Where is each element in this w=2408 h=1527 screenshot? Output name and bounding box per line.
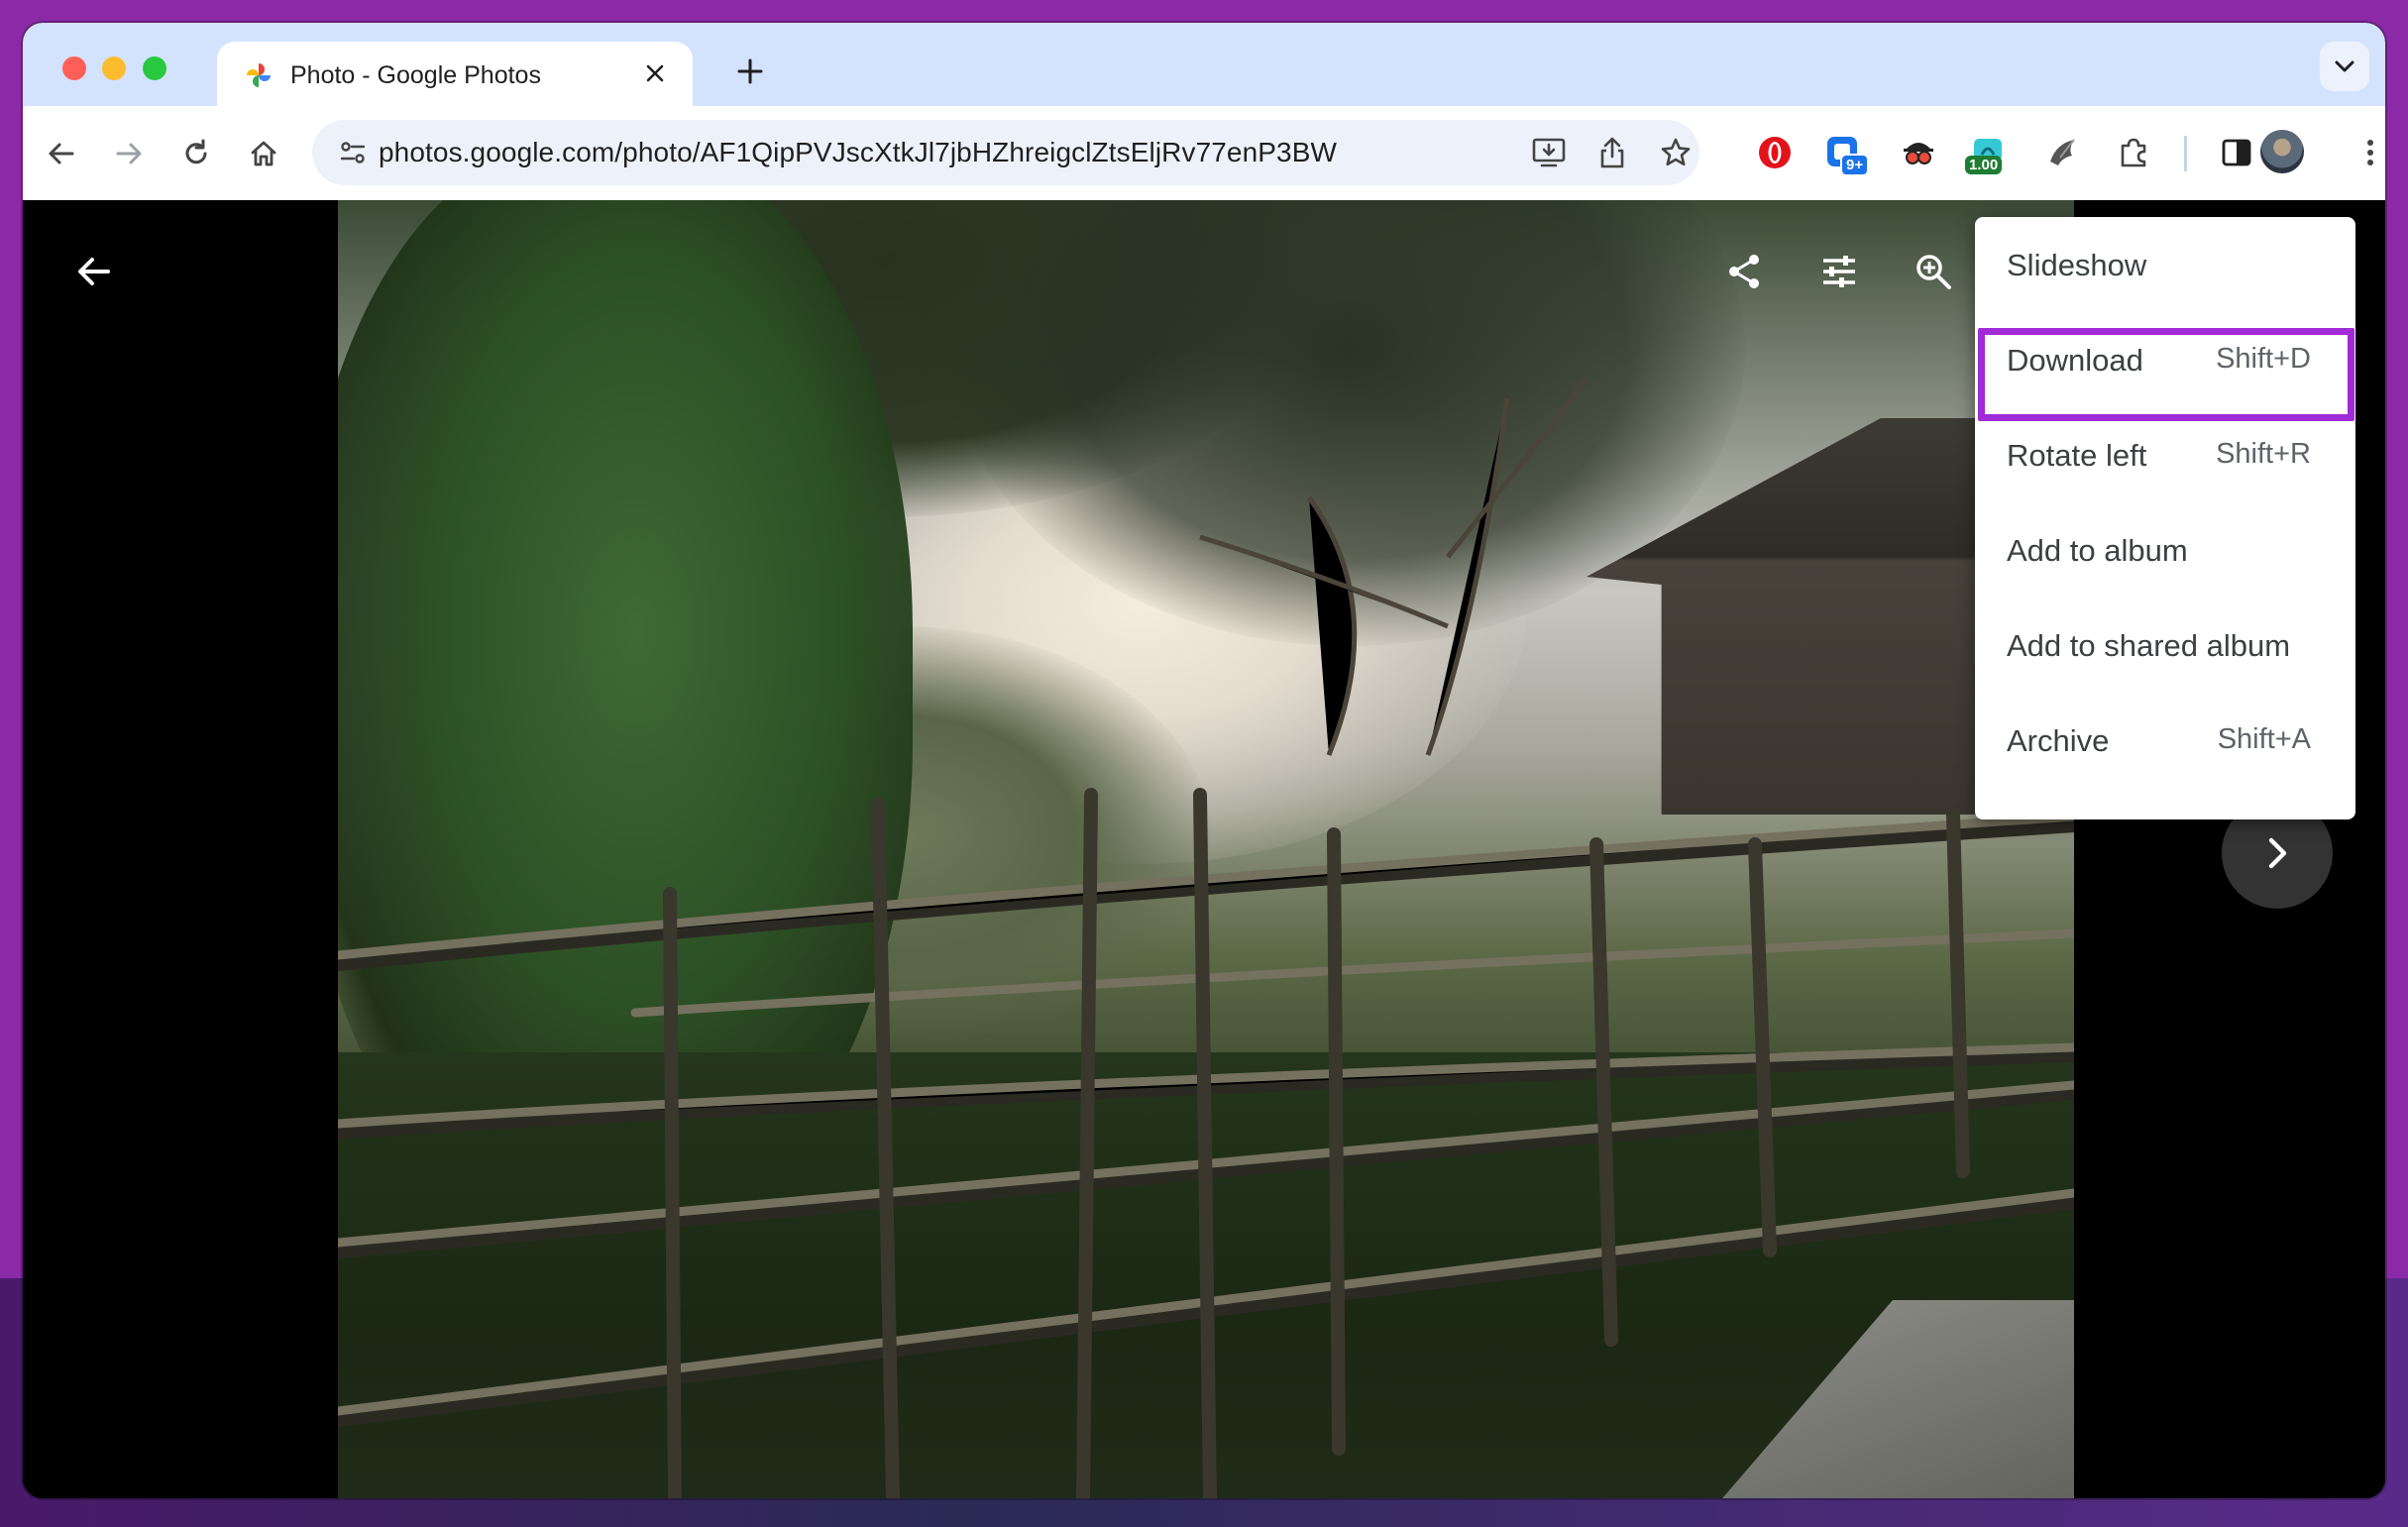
menu-item-label: Archive (2007, 723, 2110, 758)
extension-badge-icon[interactable]: 9+ (1818, 128, 1870, 177)
home-icon[interactable] (239, 129, 288, 178)
menu-item-label: Slideshow (2007, 248, 2147, 282)
minimize-window-button[interactable] (102, 56, 126, 80)
speed-icon[interactable]: 1.00 (1963, 128, 2013, 177)
site-info-icon[interactable] (338, 138, 368, 167)
menu-item-shortcut: Shift+A (2217, 723, 2311, 755)
menu-item-archive[interactable]: Archive Shift+A (1975, 693, 2355, 788)
new-tab-icon[interactable] (728, 50, 772, 93)
menu-item-add-to-shared-album[interactable]: Add to shared album (1975, 598, 2355, 693)
menu-item-label: Add to album (2007, 533, 2188, 568)
menu-item-shortcut: Shift+R (2216, 438, 2311, 470)
menu-item-rotate-left[interactable]: Rotate left Shift+R (1975, 407, 2355, 502)
back-arrow-icon[interactable] (66, 244, 122, 299)
menu-item-label: Add to shared album (2007, 628, 2291, 663)
spy-icon[interactable] (1894, 128, 1943, 177)
bookmark-star-icon[interactable] (1654, 131, 1697, 174)
browser-toolbar: photos.google.com/photo/AF1QipPVJscXtkJl… (23, 106, 2385, 200)
photo-fence (338, 377, 2074, 1498)
opera-icon[interactable] (1750, 128, 1800, 177)
google-photos-icon (247, 63, 271, 87)
url-text[interactable]: photos.google.com/photo/AF1QipPVJscXtkJl… (379, 137, 1337, 168)
close-window-button[interactable] (62, 56, 86, 80)
menu-item-slideshow[interactable]: Slideshow (1975, 217, 2355, 312)
more-options-menu: Slideshow Download Shift+D Rotate left S… (1975, 217, 2355, 819)
install-app-icon[interactable] (1527, 131, 1571, 174)
back-arrow-icon[interactable] (37, 129, 86, 178)
reload-icon[interactable] (171, 129, 221, 178)
tab-search-chevron-icon[interactable] (2320, 42, 2369, 91)
tab-strip: Photo - Google Photos (23, 23, 2385, 106)
profile-avatar[interactable] (2260, 130, 2304, 173)
tab-title: Photo - Google Photos (290, 61, 541, 89)
toolbar-divider (2184, 136, 2187, 171)
menu-item-add-to-album[interactable]: Add to album (1975, 502, 2355, 598)
tab-google-photos[interactable]: Photo - Google Photos (217, 42, 693, 106)
edit-adjust-icon[interactable] (1811, 244, 1867, 299)
bird-icon[interactable] (2038, 128, 2088, 177)
extensions-puzzle-icon[interactable] (2109, 128, 2158, 177)
maximize-window-button[interactable] (143, 56, 166, 80)
speed-badge-value: 1.00 (1965, 156, 2003, 174)
share-icon[interactable] (1716, 244, 1772, 299)
menu-item-label: Rotate left (2007, 438, 2147, 473)
browser-menu-icon[interactable] (2346, 128, 2385, 177)
side-panel-icon[interactable] (2212, 128, 2261, 177)
download-highlight-box (1978, 328, 2354, 421)
zoom-in-icon[interactable] (1906, 244, 1961, 299)
share-page-icon[interactable] (1590, 131, 1634, 174)
extension-badge-count: 9+ (1840, 154, 1870, 176)
forward-arrow-icon[interactable] (104, 129, 154, 178)
tab-close-icon[interactable] (637, 55, 673, 91)
address-bar[interactable]: photos.google.com/photo/AF1QipPVJscXtkJl… (312, 120, 1699, 185)
photo-image (338, 200, 2074, 1498)
